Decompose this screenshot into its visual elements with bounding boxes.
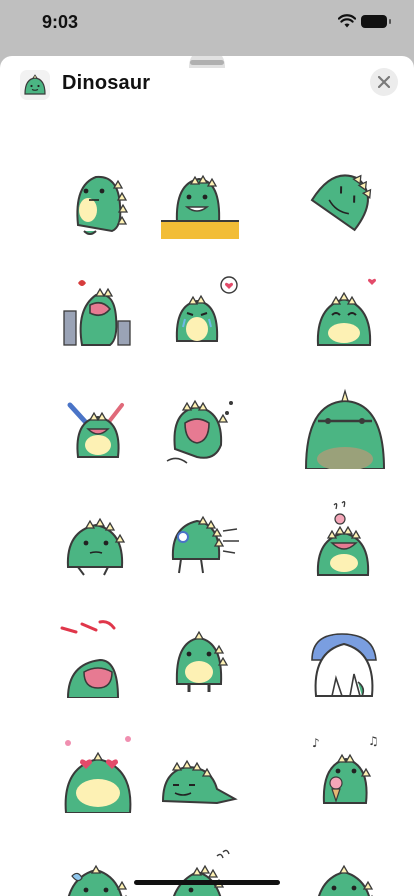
sticker-item[interactable] [295,376,395,476]
dinosaur-at-table-sticker [161,174,239,239]
sticker-item[interactable] [295,490,395,590]
dinosaur-sad-sitting-sticker [76,175,129,235]
dinosaur-looking-back-sticker [172,849,230,896]
dinosaur-lying-down-sticker [161,759,238,805]
sticker-item[interactable] [150,835,250,896]
close-button[interactable] [370,68,398,96]
dinosaur-eating-sticker [318,864,374,896]
dinosaur-roaring-city-sticker [63,280,131,346]
sticker-item[interactable]: ♪ ♫ [295,720,395,820]
dinosaur-sweating-sticker [67,864,128,896]
sheet-title: Dinosaur [62,72,151,94]
battery-tip [389,19,391,24]
sticker-item[interactable] [49,605,149,705]
status-time: 9:03 [42,12,79,32]
dinosaur-shocked-peek-sticker [60,620,120,698]
dinosaur-crying-heart-sticker [175,276,238,342]
sticker-item[interactable] [49,376,149,476]
status-bar: 9:03 [0,0,414,50]
sticker-item[interactable] [295,262,395,362]
dinosaur-ice-cream-music-sticker: ♪ ♫ [312,734,379,804]
dinosaur-tumbling-sticker [310,174,372,232]
sticker-item[interactable] [150,262,250,362]
dinosaur-love-heart-sticker [316,278,376,346]
dinosaur-sleeping-blanket-sticker [311,633,377,697]
dinosaur-heart-eyes-sticker [64,736,132,813]
dinosaur-standing-sticker [175,630,229,692]
dinosaur-eating-cake-sticker [316,501,370,576]
sticker-item[interactable] [49,835,149,896]
grabber-handle[interactable] [190,60,224,65]
sticker-item[interactable] [150,490,250,590]
sticker-item[interactable] [49,262,149,362]
sticker-item[interactable] [49,148,149,248]
sticker-sheet: Dinosaur ♪ ♫ [0,56,414,896]
home-indicator[interactable] [134,880,280,885]
svg-text:♫: ♫ [368,734,379,748]
sticker-item[interactable] [150,376,250,476]
sticker-item[interactable] [295,605,395,705]
svg-text:♪: ♪ [312,736,320,750]
sticker-item[interactable] [295,835,395,896]
battery-icon [361,15,387,28]
dinosaur-screaming-jump-sticker [166,399,233,464]
sticker-item[interactable] [150,148,250,248]
sticker-item[interactable] [150,720,250,820]
dinosaur-app-icon [20,70,50,100]
sticker-item[interactable] [49,720,149,820]
dinosaur-big-peek-sticker [304,388,386,469]
close-icon [378,76,390,88]
dinosaur-thinking-sticker [66,517,126,576]
sticker-item[interactable] [295,148,395,248]
wifi-icon [338,14,356,28]
dinosaur-baseball-bat-sticker [67,402,124,458]
sticker-item[interactable] [150,605,250,705]
sticker-item[interactable] [49,490,149,590]
dinosaur-running-sticker [171,515,239,574]
